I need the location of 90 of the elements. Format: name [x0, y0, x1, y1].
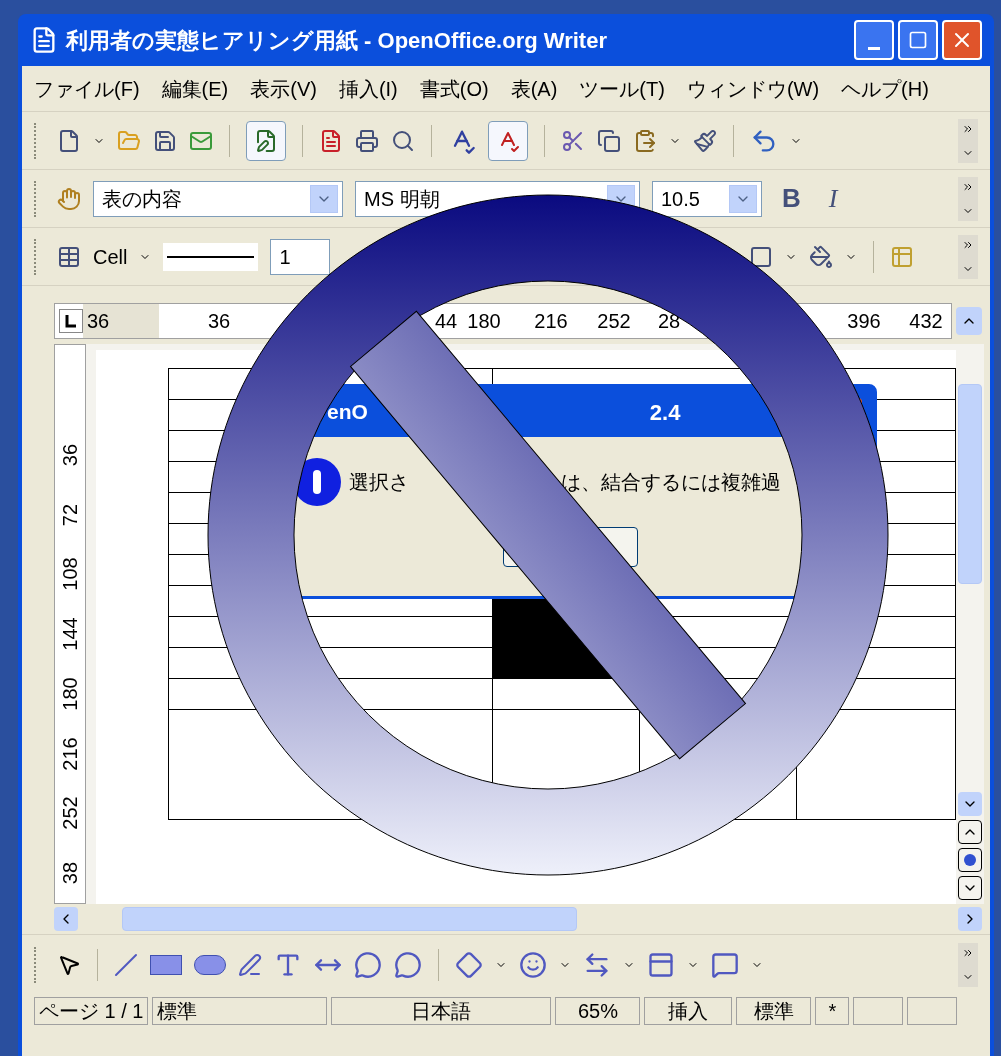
ruler-label: 36 [206, 309, 232, 334]
ruler-label: 432 [908, 309, 944, 334]
border-icon[interactable] [749, 244, 774, 269]
paintbrush-icon[interactable] [693, 128, 717, 153]
callout-icon[interactable] [394, 950, 422, 979]
hand-icon[interactable] [57, 186, 81, 211]
scroll-down-button[interactable] [958, 792, 982, 816]
ruler-label: 252 [58, 796, 82, 831]
dialog-title: 2.4 [649, 398, 681, 427]
paint-bucket-icon[interactable] [809, 244, 834, 269]
edit-file-icon [254, 128, 278, 153]
window-title: 利用者の実態ヒアリング用紙 - OpenOffice.org Writer [66, 26, 607, 55]
smiley-icon[interactable] [519, 950, 547, 979]
ruler-label: 396 [846, 309, 882, 334]
scroll-left-button[interactable] [54, 907, 78, 931]
ruler-label: 28 [656, 309, 682, 334]
ruler-label: 72 [58, 503, 82, 526]
line-icon[interactable] [114, 952, 138, 977]
next-page-button[interactable] [958, 876, 982, 900]
status-bar-field: ページ 1 / 1 [34, 997, 149, 1025]
scroll-right-button[interactable] [958, 907, 982, 931]
paragraph-style-field[interactable]: 表の内容 [93, 180, 343, 217]
menu-item[interactable]: ウィンドウ(W) [686, 73, 820, 104]
ruler-label: 144 [58, 617, 82, 651]
ruler-label: 44 [433, 309, 459, 334]
status-bar-field: 標準 [152, 997, 328, 1025]
status-bar-field: 日本語 [331, 997, 552, 1025]
previous-page-button[interactable] [958, 820, 982, 844]
new-document-icon[interactable] [57, 128, 81, 153]
tab-stop-icon[interactable] [59, 309, 83, 333]
ruler-label: 216 [58, 736, 82, 771]
vertical-scroll-thumb[interactable] [958, 384, 982, 584]
status-bar-field: 挿入 [644, 997, 733, 1025]
maximize-icon [908, 30, 928, 50]
diamond-icon[interactable] [455, 950, 483, 979]
toolbar-overflow-button[interactable] [958, 234, 978, 279]
menu-item[interactable]: 表示(V) [250, 73, 317, 104]
minimize-icon [868, 47, 880, 50]
flowchart-icon[interactable] [647, 950, 675, 979]
line-style-field[interactable] [163, 242, 259, 271]
menu-item[interactable]: 表(A) [510, 73, 558, 104]
freeform-icon[interactable] [238, 952, 262, 977]
ruler-label: 38 [58, 862, 82, 885]
ruler-label: 252 [596, 309, 632, 334]
status-bar-field [853, 997, 904, 1025]
menu-item[interactable]: ヘルプ(H) [841, 73, 929, 104]
ruler-label: 108 [58, 557, 82, 592]
paste-icon[interactable] [633, 128, 657, 153]
toolbar-overflow-button[interactable] [958, 942, 978, 987]
dialog-message: 選択さ [349, 470, 409, 495]
toolbar-overflow-button[interactable] [958, 176, 978, 221]
close-button[interactable] [942, 20, 982, 60]
line-width-field[interactable]: 1 [270, 238, 331, 275]
navigator-button[interactable] [958, 848, 982, 872]
rectangle-icon[interactable] [150, 954, 182, 975]
copy-icon[interactable] [597, 128, 621, 153]
print-icon[interactable] [355, 128, 379, 153]
status-bar-field: 標準 [736, 997, 812, 1025]
italic-button[interactable]: I [820, 179, 846, 218]
status-bar-field [907, 997, 958, 1025]
save-icon[interactable] [153, 128, 177, 153]
maximize-button[interactable] [898, 20, 938, 60]
font-size-field[interactable]: 10.5 [652, 180, 762, 217]
ruler-label: 180 [466, 309, 502, 334]
menu-item[interactable]: ファイル(F) [34, 73, 140, 104]
horizontal-scroll-thumb[interactable] [122, 907, 577, 931]
menu-item[interactable]: 挿入(I) [338, 73, 398, 104]
page-preview-icon[interactable] [391, 128, 415, 153]
cut-icon[interactable] [561, 128, 585, 153]
status-bar-field: * [815, 997, 850, 1025]
pdf-icon[interactable] [319, 128, 343, 153]
callout-icon[interactable] [354, 950, 382, 979]
speech-bubble-icon[interactable] [711, 950, 739, 979]
bold-button[interactable]: B [774, 179, 809, 218]
menu-item[interactable]: 編集(E) [161, 73, 229, 104]
dialog-title: enO [327, 399, 368, 426]
ruler-label: 36 [58, 443, 82, 466]
scroll-up-button[interactable] [956, 307, 982, 335]
ruler-label: 180 [58, 677, 82, 711]
ruler-label: 216 [533, 309, 569, 334]
status-bar-field: 65% [555, 997, 641, 1025]
menu-item[interactable]: 書式(O) [419, 73, 489, 104]
auto-spellcheck-button[interactable] [488, 120, 528, 161]
ruler-label: 36 [83, 304, 159, 338]
border-style-label: Cell [93, 244, 128, 270]
minimize-button[interactable] [854, 20, 894, 60]
toolbar-overflow-button[interactable] [958, 118, 978, 163]
table-icon[interactable] [57, 244, 81, 269]
edit-mode-button[interactable] [246, 120, 286, 161]
menu-item[interactable]: ツール(T) [579, 73, 665, 104]
